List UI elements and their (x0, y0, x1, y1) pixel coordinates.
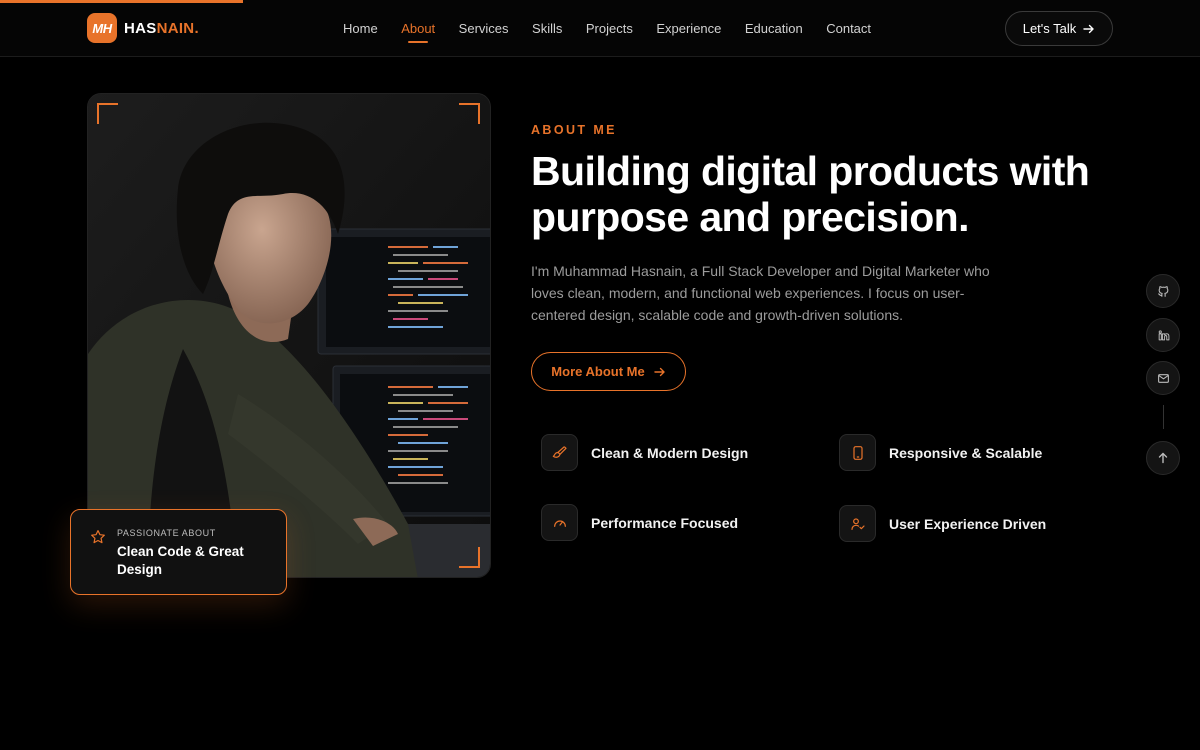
email-link[interactable] (1146, 361, 1180, 395)
nav-about[interactable]: About (401, 21, 435, 43)
about-description: I'm Muhammad Hasnain, a Full Stack Devel… (531, 263, 990, 323)
feature-label: Performance Focused (591, 514, 739, 531)
passion-badge-card: PASSIONATE ABOUT Clean Code & Great Desi… (70, 509, 287, 595)
portrait-photo (87, 93, 491, 578)
nav-services[interactable]: Services (459, 21, 509, 36)
logo-name: HASNAIN. (124, 20, 199, 37)
user-check-icon (839, 505, 876, 542)
feature-performance: Performance Focused (541, 504, 738, 541)
feature-clean-design: Clean & Modern Design (541, 434, 748, 471)
arrow-right-icon (654, 367, 665, 376)
site-header: MH HASNAIN. Home About Services Skills P… (0, 0, 1200, 57)
nav-projects[interactable]: Projects (586, 21, 633, 36)
arrow-up-icon (1158, 452, 1168, 464)
arrow-right-icon (1083, 24, 1094, 33)
frame-corner-bottom-right (459, 547, 480, 568)
frame-corner-top-left (97, 103, 118, 124)
main-nav: Home About Services Skills Projects Expe… (343, 21, 895, 43)
lets-talk-button[interactable]: Let's Talk (1005, 11, 1113, 46)
portrait-photo-developer (88, 94, 490, 577)
linkedin-link[interactable] (1146, 318, 1180, 352)
section-kicker: ABOUT ME (531, 123, 617, 137)
mail-icon (1157, 373, 1169, 383)
github-link[interactable] (1146, 274, 1180, 308)
feature-ux: User Experience Driven (839, 505, 1046, 542)
linkedin-icon (1158, 329, 1169, 340)
smartphone-icon (839, 434, 876, 471)
lets-talk-label: Let's Talk (1022, 21, 1077, 36)
logo[interactable]: MH HASNAIN. (87, 13, 199, 43)
feature-label: User Experience Driven (889, 515, 1047, 532)
section-headline: Building digital products with purpose a… (531, 148, 1090, 240)
logo-name-accent: NAIN. (156, 19, 199, 37)
feature-responsive: Responsive & Scalable (839, 434, 1042, 471)
passion-kicker: PASSIONATE ABOUT (117, 528, 216, 538)
paintbrush-icon (541, 434, 578, 471)
more-about-me-button[interactable]: More About Me (531, 352, 686, 391)
nav-home[interactable]: Home (343, 21, 378, 36)
more-about-me-label: More About Me (551, 364, 645, 379)
frame-corner-top-right (459, 103, 480, 124)
nav-skills[interactable]: Skills (532, 21, 562, 36)
github-icon (1157, 285, 1168, 297)
logo-badge: MH (87, 13, 117, 43)
passion-title: Clean Code & Great Design (117, 544, 244, 577)
feature-label: Responsive & Scalable (889, 444, 1043, 461)
scroll-progress-bar (0, 0, 243, 3)
feature-label: Clean & Modern Design (591, 444, 749, 461)
logo-name-primary: HAS (124, 19, 157, 37)
scroll-to-top-button[interactable] (1146, 441, 1180, 475)
nav-contact[interactable]: Contact (826, 21, 871, 36)
social-divider (1163, 405, 1164, 429)
nav-education[interactable]: Education (745, 21, 803, 36)
gauge-icon (541, 504, 578, 541)
star-icon (91, 530, 105, 544)
nav-experience[interactable]: Experience (656, 21, 721, 36)
